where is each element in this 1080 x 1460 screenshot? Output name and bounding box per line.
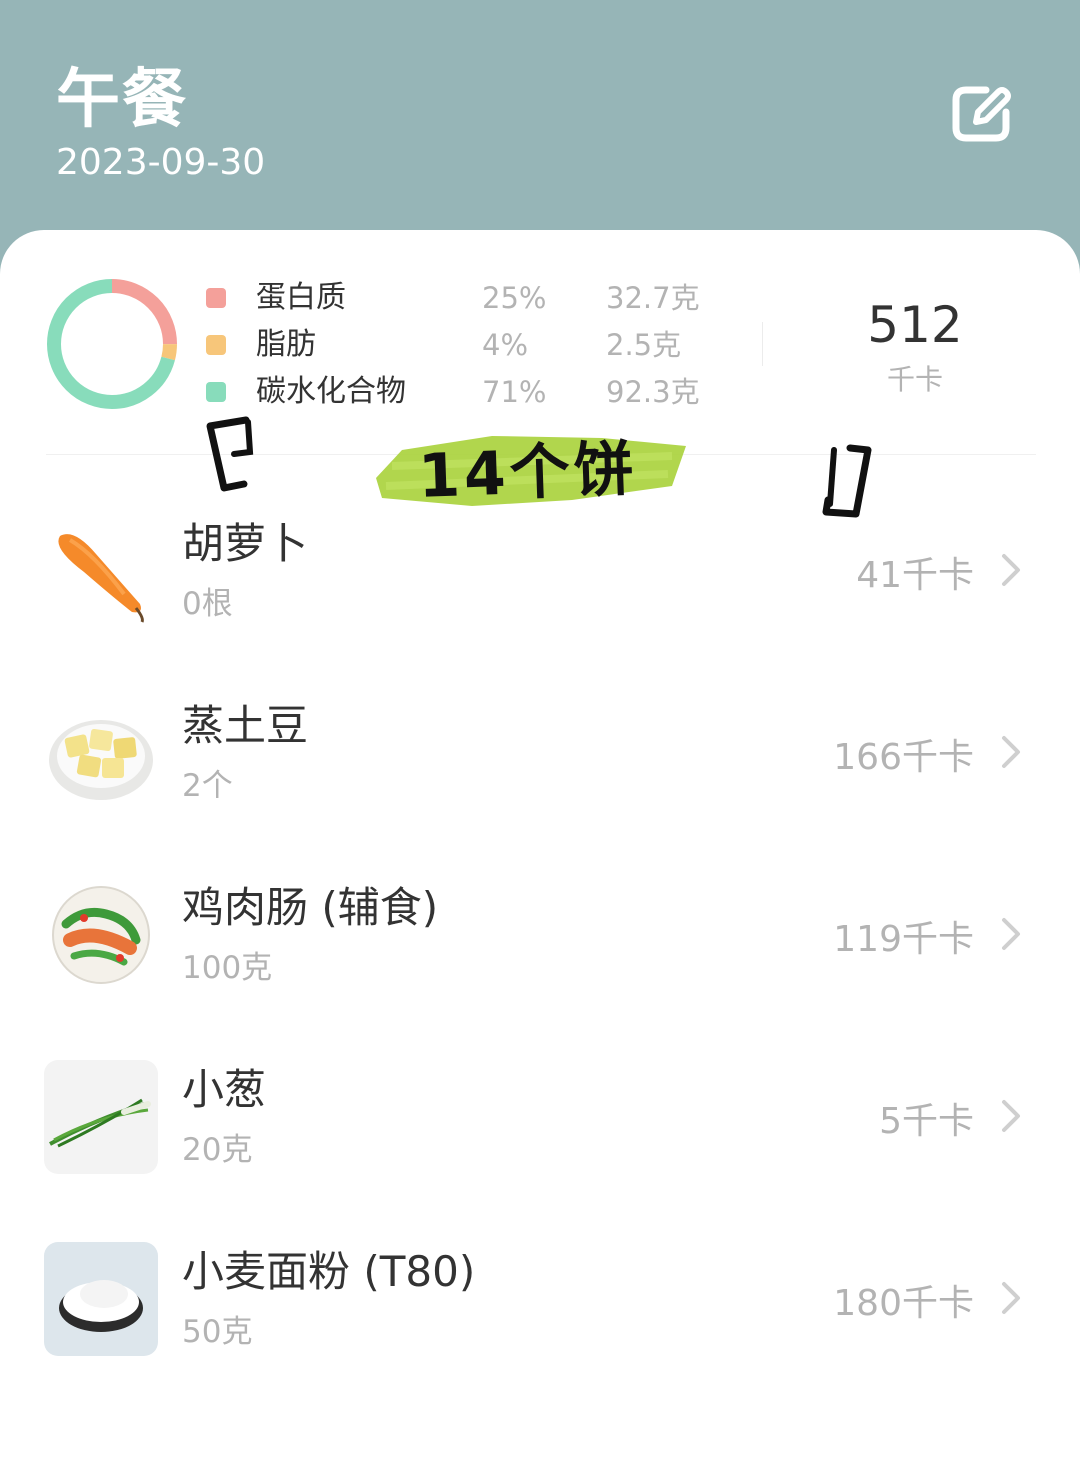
food-quantity: 20克 <box>182 1132 253 1168</box>
total-kcal-value: 512 <box>867 296 963 354</box>
food-item-scallion[interactable]: 小葱 20克 5千卡 <box>0 1032 1080 1202</box>
food-kcal: 166千卡 <box>833 737 974 778</box>
protein-color-dot <box>206 288 226 308</box>
macro-name: 脂肪 <box>256 327 316 362</box>
edit-button[interactable] <box>948 84 1014 144</box>
macro-donut-chart <box>47 279 177 409</box>
macro-row-protein: 蛋白质 25% 32.7克 <box>206 278 746 318</box>
chevron-right-icon <box>1002 918 1020 950</box>
food-quantity: 0根 <box>182 586 233 622</box>
macro-row-carbs: 碳水化合物 71% 92.3克 <box>206 372 746 412</box>
summary-divider <box>762 322 763 366</box>
food-name: 鸡肉肠 (辅食) <box>182 883 439 932</box>
food-item-carrot[interactable]: 胡萝卜 0根 41千卡 <box>0 486 1080 656</box>
macro-name: 碳水化合物 <box>256 374 406 409</box>
flour-bowl-image <box>44 1242 158 1356</box>
steamed-potato-image <box>49 720 153 800</box>
total-kcal-unit: 千卡 <box>886 363 943 396</box>
macro-row-fat: 脂肪 4% 2.5克 <box>206 325 746 365</box>
food-item-steamed-potato[interactable]: 蒸土豆 2个 166千卡 <box>0 668 1080 838</box>
food-item-wheat-flour[interactable]: 小麦面粉 (T80) 50克 180千卡 <box>0 1214 1080 1384</box>
scallion-image <box>44 1060 158 1174</box>
food-name: 小麦面粉 (T80) <box>182 1247 476 1296</box>
fat-color-dot <box>206 335 226 355</box>
carbs-color-dot <box>206 382 226 402</box>
food-quantity: 100克 <box>182 950 273 986</box>
food-name: 蒸土豆 <box>182 701 309 750</box>
food-quantity: 2个 <box>182 768 233 804</box>
edit-icon <box>952 86 1011 142</box>
left-bracket-mark <box>206 416 254 492</box>
macro-percent: 25% <box>482 281 547 315</box>
food-kcal: 41千卡 <box>856 555 974 596</box>
chevron-right-icon <box>1002 736 1020 768</box>
page-title: 午餐 <box>56 63 188 137</box>
macro-amount: 92.3克 <box>606 375 700 409</box>
chevron-right-icon <box>1002 554 1020 586</box>
macro-percent: 4% <box>482 328 529 362</box>
meal-card: 蛋白质 25% 32.7克 脂肪 4% 2.5克 碳水化合物 71% 92.3克… <box>0 230 1080 1460</box>
chevron-right-icon <box>1002 1100 1020 1132</box>
meal-date: 2023-09-30 <box>56 142 266 183</box>
meal-header: 午餐 2023-09-30 <box>0 0 1080 240</box>
food-kcal: 5千卡 <box>879 1101 974 1142</box>
food-kcal: 119千卡 <box>833 919 974 960</box>
food-name: 小葱 <box>182 1065 267 1114</box>
chevron-right-icon <box>1002 1282 1020 1314</box>
food-name: 胡萝卜 <box>182 519 309 568</box>
food-kcal: 180千卡 <box>833 1283 974 1324</box>
macro-amount: 32.7克 <box>606 281 700 315</box>
food-quantity: 50克 <box>182 1314 253 1350</box>
macro-percent: 71% <box>482 375 547 409</box>
macro-name: 蛋白质 <box>256 280 346 315</box>
chicken-sausage-plate-image <box>52 886 150 984</box>
carrot-image <box>58 534 144 623</box>
food-item-chicken-sausage[interactable]: 鸡肉肠 (辅食) 100克 119千卡 <box>0 850 1080 1020</box>
macro-amount: 2.5克 <box>606 328 682 362</box>
